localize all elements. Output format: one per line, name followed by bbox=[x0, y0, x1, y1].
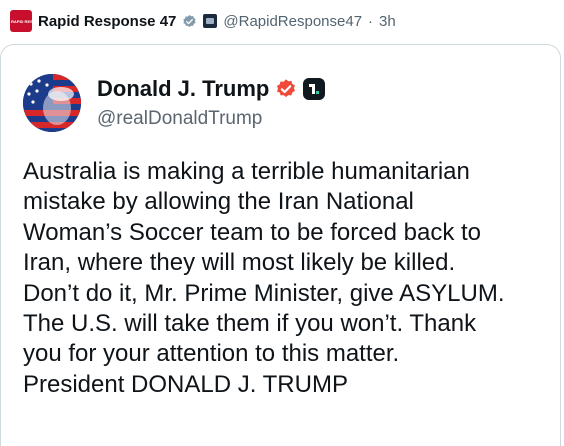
time-separator: · bbox=[368, 12, 374, 30]
retweet-header: RAPID RESPONSE Rapid Response 47 @RapidR… bbox=[10, 8, 396, 34]
author-name-row: Donald J. Trump bbox=[97, 76, 326, 102]
verified-badge-icon bbox=[183, 14, 196, 27]
retweeter-name[interactable]: Rapid Response 47 bbox=[38, 13, 176, 30]
author-handle[interactable]: @realDonaldTrump bbox=[97, 108, 262, 130]
retweeter-handle[interactable]: @RapidResponse47 bbox=[223, 13, 362, 30]
author-avatar[interactable] bbox=[23, 74, 81, 132]
truth-social-icon bbox=[303, 78, 326, 100]
embedded-post-card[interactable]: Donald J. Trump @realDonaldTrump Austral… bbox=[0, 44, 561, 446]
rapid-response-avatar[interactable]: RAPID RESPONSE bbox=[10, 10, 32, 32]
affiliation-badge-icon[interactable] bbox=[203, 14, 218, 28]
avatar-logo-text: RAPID RESPONSE bbox=[11, 18, 32, 24]
post-time[interactable]: 3h bbox=[379, 13, 396, 30]
flag-portrait-image bbox=[23, 74, 81, 132]
verified-badge-icon bbox=[277, 79, 296, 97]
post-body-text: Australia is making a terrible humanitar… bbox=[23, 158, 505, 398]
author-name[interactable]: Donald J. Trump bbox=[97, 76, 269, 102]
